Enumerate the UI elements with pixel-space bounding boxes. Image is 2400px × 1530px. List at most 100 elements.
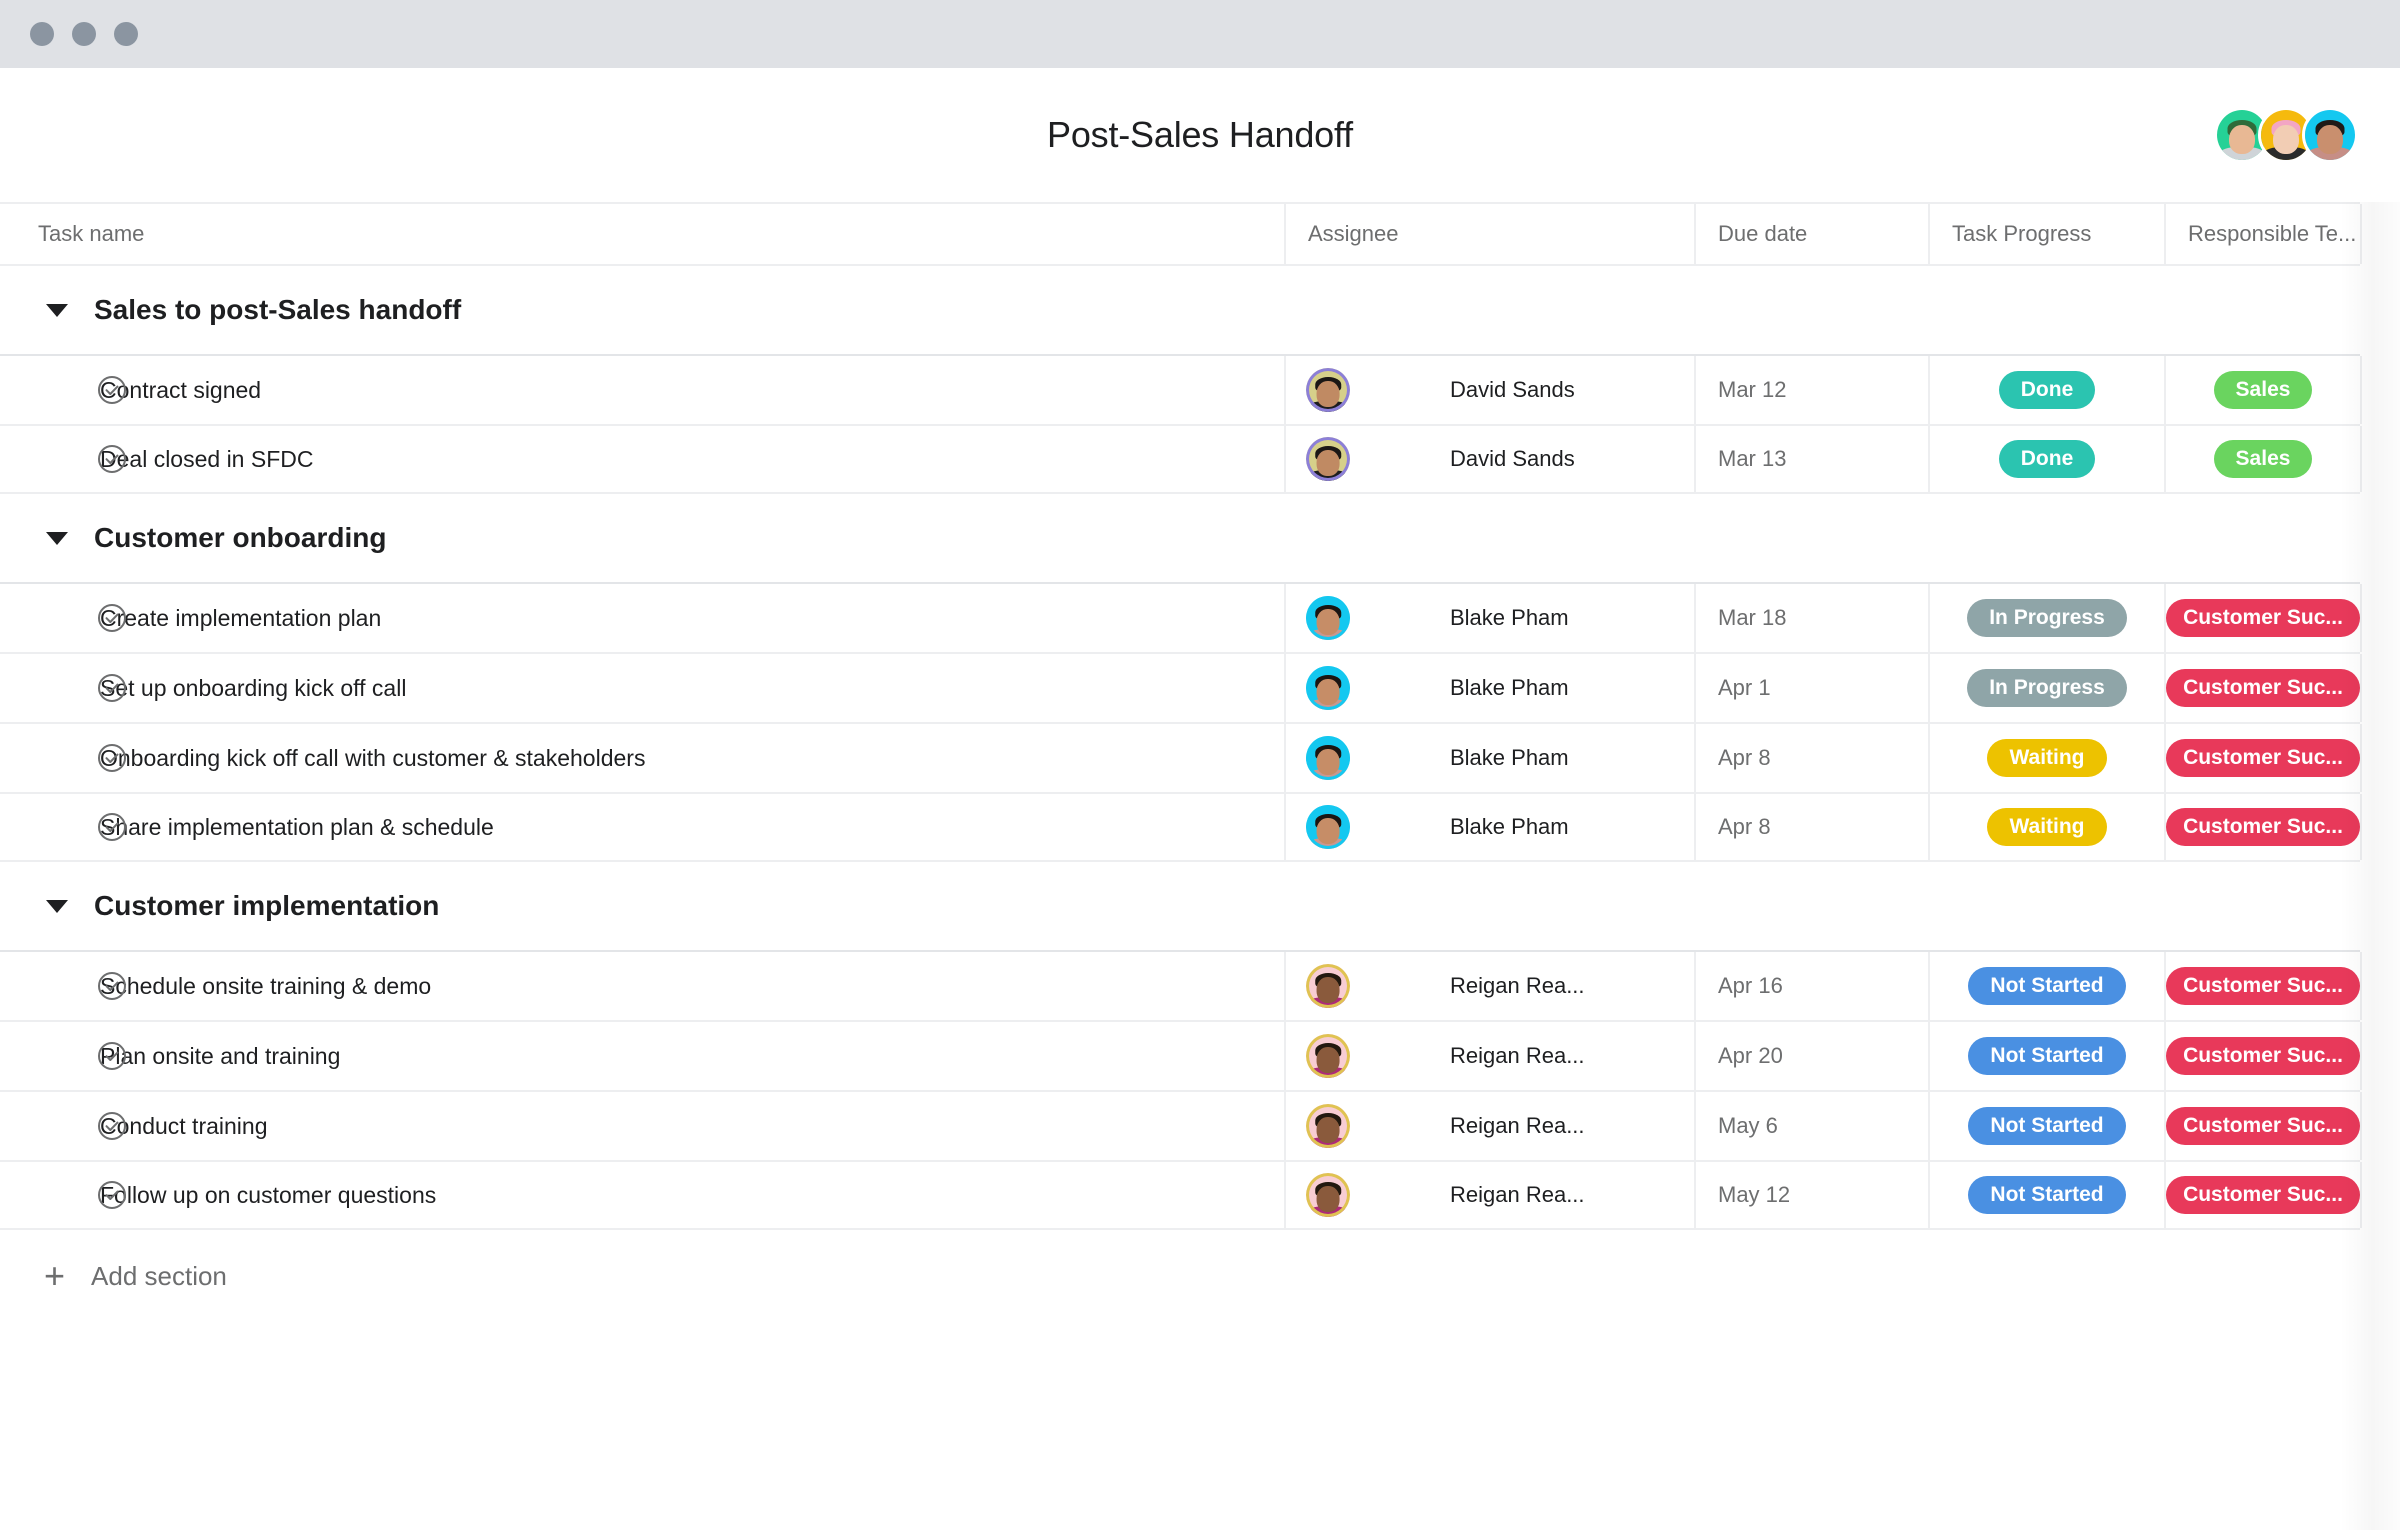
task-name-cell[interactable]: Share implementation plan & schedule <box>0 794 1284 860</box>
table-row[interactable]: Schedule onsite training & demo Reigan Re… <box>0 950 2362 1020</box>
column-header-responsible-team[interactable]: Responsible Te... <box>2164 204 2360 264</box>
chevron-down-icon[interactable] <box>46 899 68 913</box>
maximize-dot[interactable] <box>114 22 138 46</box>
team-badge[interactable]: Sales <box>2213 371 2313 409</box>
extra-cell[interactable]: Customer Suc... <box>2164 952 2360 1020</box>
chevron-down-icon[interactable] <box>46 303 68 317</box>
table-row[interactable]: Plan onsite and training Reigan Rea... Apr… <box>0 1020 2362 1090</box>
due-date-cell[interactable]: Blake Pham <box>1450 794 1694 860</box>
status-badge[interactable]: Not Started <box>1968 1107 2126 1145</box>
assignee-cell[interactable] <box>1284 952 1450 1020</box>
task-progress-cell[interactable]: Apr 1 <box>1694 654 1928 722</box>
due-date-cell[interactable]: Blake Pham <box>1450 654 1694 722</box>
task-name-cell[interactable]: Create implementation plan <box>0 584 1284 652</box>
team-badge[interactable]: Customer Suc... <box>2166 669 2360 707</box>
status-badge[interactable]: Not Started <box>1968 1176 2126 1214</box>
column-header-assignee[interactable]: Assignee <box>1284 204 1694 264</box>
extra-cell[interactable]: Customer Suc... <box>2164 1162 2360 1228</box>
team-badge[interactable]: Customer Suc... <box>2166 808 2360 846</box>
status-badge[interactable]: In Progress <box>1967 599 2127 637</box>
responsible-team-cell[interactable]: Not Started <box>1928 1162 2164 1228</box>
check-circle-icon[interactable] <box>96 1040 128 1072</box>
extra-cell[interactable]: Customer Suc... <box>2164 1022 2360 1090</box>
add-column-button[interactable]: + <box>2360 204 2400 264</box>
task-progress-cell[interactable]: Apr 8 <box>1694 724 1928 792</box>
table-row[interactable]: Conduct training Reigan Rea... May 6 Not St… <box>0 1090 2362 1160</box>
section-header[interactable]: Sales to post-Sales handoff <box>0 266 2400 354</box>
responsible-team-cell[interactable]: In Progress <box>1928 654 2164 722</box>
check-circle-icon[interactable] <box>96 1179 128 1211</box>
due-date-cell[interactable]: Reigan Rea... <box>1450 952 1694 1020</box>
due-date-cell[interactable]: David Sands <box>1450 356 1694 424</box>
responsible-team-cell[interactable]: In Progress <box>1928 584 2164 652</box>
due-date-cell[interactable]: Reigan Rea... <box>1450 1092 1694 1160</box>
task-progress-cell[interactable]: Mar 18 <box>1694 584 1928 652</box>
section-header[interactable]: Customer implementation <box>0 862 2400 950</box>
due-date-cell[interactable]: Reigan Rea... <box>1450 1022 1694 1090</box>
assignee-cell[interactable] <box>1284 1022 1450 1090</box>
column-header-task-progress[interactable]: Task Progress <box>1928 204 2164 264</box>
extra-cell[interactable]: Customer Suc... <box>2164 724 2360 792</box>
check-circle-icon[interactable] <box>96 1110 128 1142</box>
task-progress-cell[interactable]: Apr 8 <box>1694 794 1928 860</box>
responsible-team-cell[interactable]: Done <box>1928 356 2164 424</box>
table-row[interactable]: Create implementation plan Blake Pham Mar … <box>0 582 2362 652</box>
chevron-down-icon[interactable] <box>46 531 68 545</box>
responsible-team-cell[interactable]: Not Started <box>1928 952 2164 1020</box>
table-row[interactable]: Follow up on customer questions Reigan Re… <box>0 1160 2362 1230</box>
check-circle-icon[interactable] <box>96 443 128 475</box>
status-badge[interactable]: In Progress <box>1967 669 2127 707</box>
status-badge[interactable]: Waiting <box>1987 808 2107 846</box>
extra-cell[interactable]: Sales <box>2164 356 2360 424</box>
status-badge[interactable]: Waiting <box>1987 739 2107 777</box>
task-name-cell[interactable]: Set up onboarding kick off call <box>0 654 1284 722</box>
extra-cell[interactable]: Sales <box>2164 426 2360 492</box>
team-badge[interactable]: Customer Suc... <box>2166 1176 2360 1214</box>
extra-cell[interactable]: Customer Suc... <box>2164 1092 2360 1160</box>
task-name-cell[interactable]: Conduct training <box>0 1092 1284 1160</box>
status-badge[interactable]: Done <box>1998 371 2096 409</box>
task-progress-cell[interactable]: Mar 12 <box>1694 356 1928 424</box>
responsible-team-cell[interactable]: Waiting <box>1928 794 2164 860</box>
task-name-cell[interactable]: Schedule onsite training & demo <box>0 952 1284 1020</box>
assignee-cell[interactable] <box>1284 724 1450 792</box>
column-header-task-name[interactable]: Task name <box>0 204 1284 264</box>
assignee-cell[interactable] <box>1284 1162 1450 1228</box>
responsible-team-cell[interactable]: Not Started <box>1928 1022 2164 1090</box>
due-date-cell[interactable]: Blake Pham <box>1450 584 1694 652</box>
minimize-dot[interactable] <box>72 22 96 46</box>
table-row[interactable]: Set up onboarding kick off call Blake Pha… <box>0 652 2362 722</box>
task-progress-cell[interactable]: May 6 <box>1694 1092 1928 1160</box>
table-row[interactable]: Deal closed in SFDC David Sands Mar 13 Done… <box>0 424 2362 494</box>
assignee-cell[interactable] <box>1284 794 1450 860</box>
assignee-cell[interactable] <box>1284 356 1450 424</box>
check-circle-icon[interactable] <box>96 672 128 704</box>
table-row[interactable]: Onboarding kick off call with customer &… <box>0 722 2362 792</box>
column-header-due-date[interactable]: Due date <box>1694 204 1928 264</box>
check-circle-icon[interactable] <box>96 970 128 1002</box>
check-circle-icon[interactable] <box>96 602 128 634</box>
responsible-team-cell[interactable]: Done <box>1928 426 2164 492</box>
task-name-cell[interactable]: Onboarding kick off call with customer &… <box>0 724 1284 792</box>
status-badge[interactable]: Done <box>1998 440 2096 478</box>
member-avatar-stack[interactable] <box>2214 107 2358 163</box>
section-header[interactable]: Customer onboarding <box>0 494 2400 582</box>
task-progress-cell[interactable]: May 12 <box>1694 1162 1928 1228</box>
check-circle-icon[interactable] <box>96 374 128 406</box>
assignee-cell[interactable] <box>1284 426 1450 492</box>
task-progress-cell[interactable]: Mar 13 <box>1694 426 1928 492</box>
team-badge[interactable]: Sales <box>2213 440 2313 478</box>
team-badge[interactable]: Customer Suc... <box>2166 739 2360 777</box>
team-badge[interactable]: Customer Suc... <box>2166 599 2360 637</box>
table-row[interactable]: Share implementation plan & schedule Blak… <box>0 792 2362 862</box>
team-badge[interactable]: Customer Suc... <box>2166 967 2360 1005</box>
responsible-team-cell[interactable]: Not Started <box>1928 1092 2164 1160</box>
check-circle-icon[interactable] <box>96 742 128 774</box>
assignee-cell[interactable] <box>1284 1092 1450 1160</box>
responsible-team-cell[interactable]: Waiting <box>1928 724 2164 792</box>
avatar[interactable] <box>2302 107 2358 163</box>
task-name-cell[interactable]: Contract signed <box>0 356 1284 424</box>
due-date-cell[interactable]: Reigan Rea... <box>1450 1162 1694 1228</box>
add-section-button[interactable]: + Add section <box>0 1230 2400 1322</box>
due-date-cell[interactable]: David Sands <box>1450 426 1694 492</box>
